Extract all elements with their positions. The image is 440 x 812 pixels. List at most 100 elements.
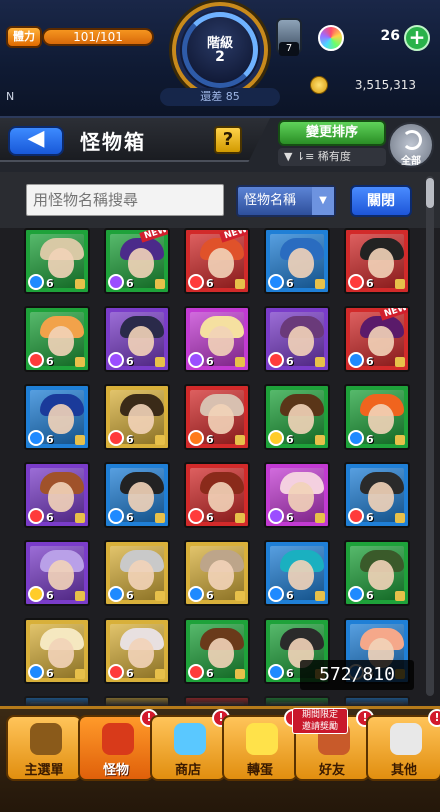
monster-card[interactable]: 6 NEW: [344, 306, 410, 372]
portrait-face: [48, 404, 74, 434]
monster-card[interactable]: 6 NEW: [104, 228, 170, 294]
portrait-face: [48, 560, 74, 590]
buy-orbs-button[interactable]: +: [404, 25, 430, 51]
monster-card[interactable]: 6 NEW: [184, 228, 250, 294]
monster-level: 6: [46, 511, 54, 524]
help-button[interactable]: ?: [214, 126, 242, 154]
portrait-face: [288, 248, 314, 278]
element-icon: [348, 508, 364, 524]
monster-level: 6: [286, 667, 294, 680]
element-icon: [108, 664, 124, 680]
monster-level: 6: [126, 589, 134, 602]
rank-gauge[interactable]: 階級 2: [172, 2, 268, 98]
scrollbar-track[interactable]: [426, 176, 434, 696]
monster-card[interactable]: 6: [344, 462, 410, 528]
nav-shop-button[interactable]: 商店!: [150, 709, 230, 781]
monster-card[interactable]: 6: [184, 618, 250, 684]
monster-level: 6: [206, 433, 214, 446]
orb-shop-icon: [174, 723, 206, 755]
monster-card[interactable]: 6: [24, 228, 90, 294]
status-bar: 體力 101/101 階級 2 還差 85 7 26 + 3,515,313 N: [0, 0, 440, 118]
portrait-face: [208, 326, 234, 356]
element-icon: [28, 586, 44, 602]
portrait-face: [208, 404, 234, 434]
portrait-face: [288, 404, 314, 434]
nav-label: 好友: [318, 763, 345, 778]
monster-card[interactable]: 6: [104, 306, 170, 372]
element-icon: [268, 586, 284, 602]
monster-card[interactable]: 6: [264, 540, 330, 606]
monster-card[interactable]: 6: [184, 540, 250, 606]
lock-icon: [155, 669, 165, 679]
monster-card[interactable]: 6: [24, 540, 90, 606]
monster-level: 6: [366, 277, 374, 290]
search-field-dropdown[interactable]: 怪物名稱 ▼: [236, 185, 336, 217]
box-capacity-count: 572/810: [300, 660, 414, 690]
lock-icon: [155, 513, 165, 523]
monster-card[interactable]: 6: [24, 462, 90, 528]
element-icon: [108, 508, 124, 524]
element-icon: [108, 586, 124, 602]
monster-card[interactable]: 6: [24, 306, 90, 372]
element-icon: [348, 586, 364, 602]
nav-main-menu-button[interactable]: 主選單: [6, 715, 82, 781]
sort-order-selector[interactable]: ▼ ⇂≡ 稀有度: [278, 148, 386, 166]
page-title: 怪物箱: [80, 130, 146, 154]
monster-card[interactable]: 6: [264, 306, 330, 372]
portrait-face: [208, 638, 234, 668]
change-sort-button[interactable]: 變更排序: [278, 120, 386, 146]
monster-card[interactable]: 6: [184, 462, 250, 528]
element-icon: [28, 430, 44, 446]
close-search-button[interactable]: 關閉: [350, 185, 412, 217]
lock-icon: [235, 435, 245, 445]
portrait-face: [368, 326, 394, 356]
nav-label: 轉蛋: [246, 763, 273, 778]
monster-search-input[interactable]: [26, 184, 224, 216]
monster-card[interactable]: 6: [344, 384, 410, 450]
monster-level: 6: [206, 667, 214, 680]
lock-icon: [235, 591, 245, 601]
monster-card[interactable]: 6: [344, 540, 410, 606]
monster-card[interactable]: 6: [184, 384, 250, 450]
lantern-count: 7: [279, 42, 299, 56]
lock-icon: [235, 669, 245, 679]
element-icon: [268, 664, 284, 680]
alert-badge: !: [428, 709, 440, 727]
portrait-face: [288, 482, 314, 512]
monster-card[interactable]: 6: [264, 462, 330, 528]
portrait-face: [128, 404, 154, 434]
nav-monsters-button[interactable]: 怪物!: [78, 709, 158, 781]
monster-card[interactable]: 6: [344, 228, 410, 294]
lock-icon: [315, 279, 325, 289]
rank-exp-remaining: 還差 85: [160, 88, 280, 106]
orb-icon: [318, 25, 344, 51]
element-icon: [28, 664, 44, 680]
show-all-button[interactable]: 全部: [388, 122, 434, 168]
nav-gacha-button[interactable]: 轉蛋!: [222, 709, 302, 781]
monster-card[interactable]: 6: [184, 306, 250, 372]
rank-value: 2: [215, 49, 225, 65]
lock-icon: [75, 513, 85, 523]
nav-other-button[interactable]: 其他!: [366, 709, 440, 781]
lock-icon: [75, 669, 85, 679]
monster-card[interactable]: 6: [264, 228, 330, 294]
monster-card[interactable]: 6: [104, 462, 170, 528]
corner-indicator: N: [6, 90, 15, 103]
lock-icon: [235, 357, 245, 367]
monster-level: 6: [206, 511, 214, 524]
monster-card[interactable]: 6: [104, 618, 170, 684]
monster-icon: [102, 723, 134, 755]
scrollbar-thumb[interactable]: [426, 178, 434, 208]
monster-card[interactable]: 6: [104, 540, 170, 606]
search-bar: 怪物名稱 ▼ 關閉: [0, 172, 440, 228]
monster-level: 6: [206, 277, 214, 290]
monster-card[interactable]: 6: [264, 384, 330, 450]
monster-card[interactable]: 6: [24, 618, 90, 684]
element-icon: [268, 508, 284, 524]
monster-level: 6: [206, 589, 214, 602]
back-button[interactable]: ◀: [8, 126, 64, 156]
monster-card[interactable]: 6: [104, 384, 170, 450]
portrait-face: [128, 560, 154, 590]
monster-card[interactable]: 6: [24, 384, 90, 450]
element-icon: [108, 352, 124, 368]
